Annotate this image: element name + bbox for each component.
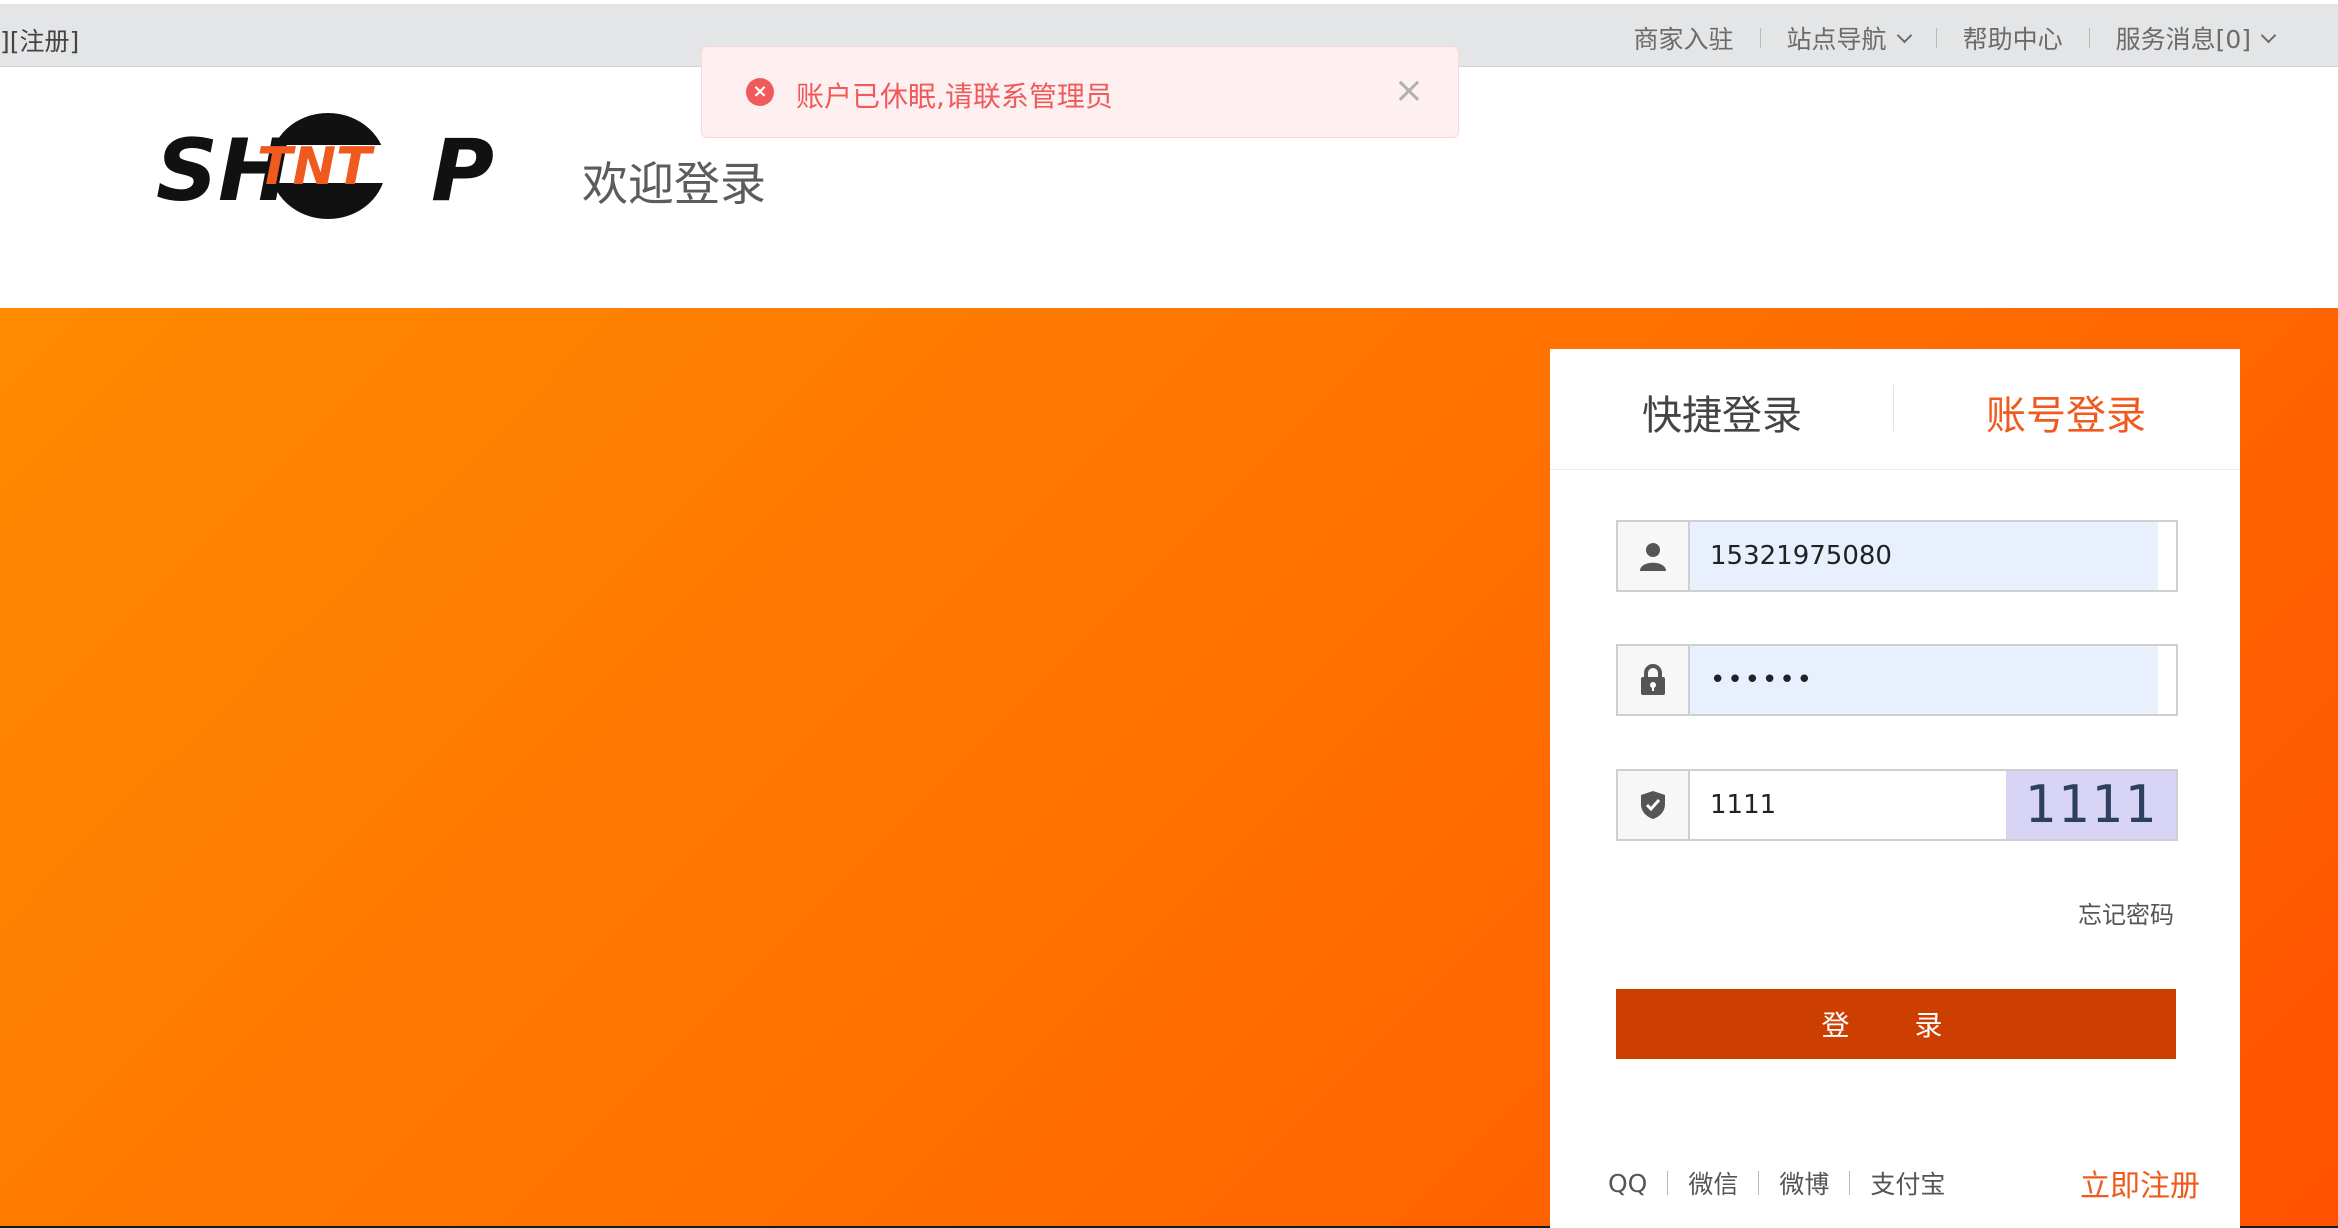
login-tabs: 快捷登录 账号登录 xyxy=(1550,349,2240,470)
username-input[interactable]: 15321975080 xyxy=(1690,522,2158,590)
close-icon[interactable]: × xyxy=(1394,69,1424,113)
captcha-input[interactable]: 1111 xyxy=(1690,771,2006,839)
help-center-link[interactable]: 帮助中心 xyxy=(1963,20,2063,56)
forgot-password-link[interactable]: 忘记密码 xyxy=(2078,895,2174,930)
shield-check-icon xyxy=(1618,771,1690,839)
page-title: 欢迎登录 xyxy=(582,157,766,211)
social-login-row: QQ 微信 微博 支付宝 xyxy=(1608,1165,1945,1201)
site-nav-dropdown[interactable]: 站点导航 xyxy=(1786,20,1912,56)
merchant-join-link[interactable]: 商家入驻 xyxy=(1634,20,1734,56)
divider xyxy=(1758,1171,1760,1195)
divider xyxy=(1849,1171,1851,1195)
lock-icon xyxy=(1618,646,1690,714)
chevron-down-icon xyxy=(1896,27,1912,43)
user-icon xyxy=(1618,522,1690,590)
login-button[interactable]: 登 录 xyxy=(1616,989,2176,1059)
divider xyxy=(1759,28,1761,48)
site-nav-label: 站点导航 xyxy=(1786,25,1887,54)
qq-login-link[interactable]: QQ xyxy=(1608,1169,1647,1198)
logo-right-text: P xyxy=(431,121,494,221)
top-nav: 商家入驻 站点导航 帮助中心 服务消息[0] xyxy=(1634,20,2277,56)
chevron-down-icon xyxy=(2260,27,2277,43)
tab-account-login[interactable]: 账号登录 xyxy=(1986,383,2146,441)
login-panel: 快捷登录 账号登录 15321975080 •••••• 1111 1111 忘… xyxy=(1550,349,2240,1228)
merchant-join-label: 商家入驻 xyxy=(1633,25,1734,54)
username-field: 15321975080 xyxy=(1616,520,2178,592)
weibo-login-link[interactable]: 微博 xyxy=(1779,1165,1829,1201)
service-messages-label: 服务消息[0] xyxy=(2115,25,2251,54)
error-toast: × 账户已休眠,请联系管理员 × xyxy=(701,46,1459,138)
register-link[interactable]: ][注册] xyxy=(0,22,79,58)
wechat-login-link[interactable]: 微信 xyxy=(1688,1165,1738,1201)
captcha-image[interactable]: 1111 xyxy=(2006,771,2176,839)
divider xyxy=(1667,1171,1669,1195)
service-messages-dropdown[interactable]: 服务消息[0] xyxy=(2115,20,2277,56)
logo-middle-text: TNT xyxy=(257,137,375,197)
divider xyxy=(2088,28,2090,48)
password-field: •••••• xyxy=(1616,644,2178,716)
divider xyxy=(1893,385,1894,431)
divider xyxy=(1935,28,1937,48)
toast-message: 账户已休眠,请联系管理员 xyxy=(796,80,1113,113)
help-center-label: 帮助中心 xyxy=(1962,25,2063,54)
register-now-link[interactable]: 立即注册 xyxy=(2080,1161,2200,1205)
password-input[interactable]: •••••• xyxy=(1690,646,2158,714)
alipay-login-link[interactable]: 支付宝 xyxy=(1870,1165,1945,1201)
captcha-field: 1111 1111 xyxy=(1616,769,2178,841)
error-icon: × xyxy=(746,78,774,106)
logo[interactable]: SH TNT P xyxy=(156,112,496,222)
tab-quick-login[interactable]: 快捷登录 xyxy=(1642,383,1802,441)
